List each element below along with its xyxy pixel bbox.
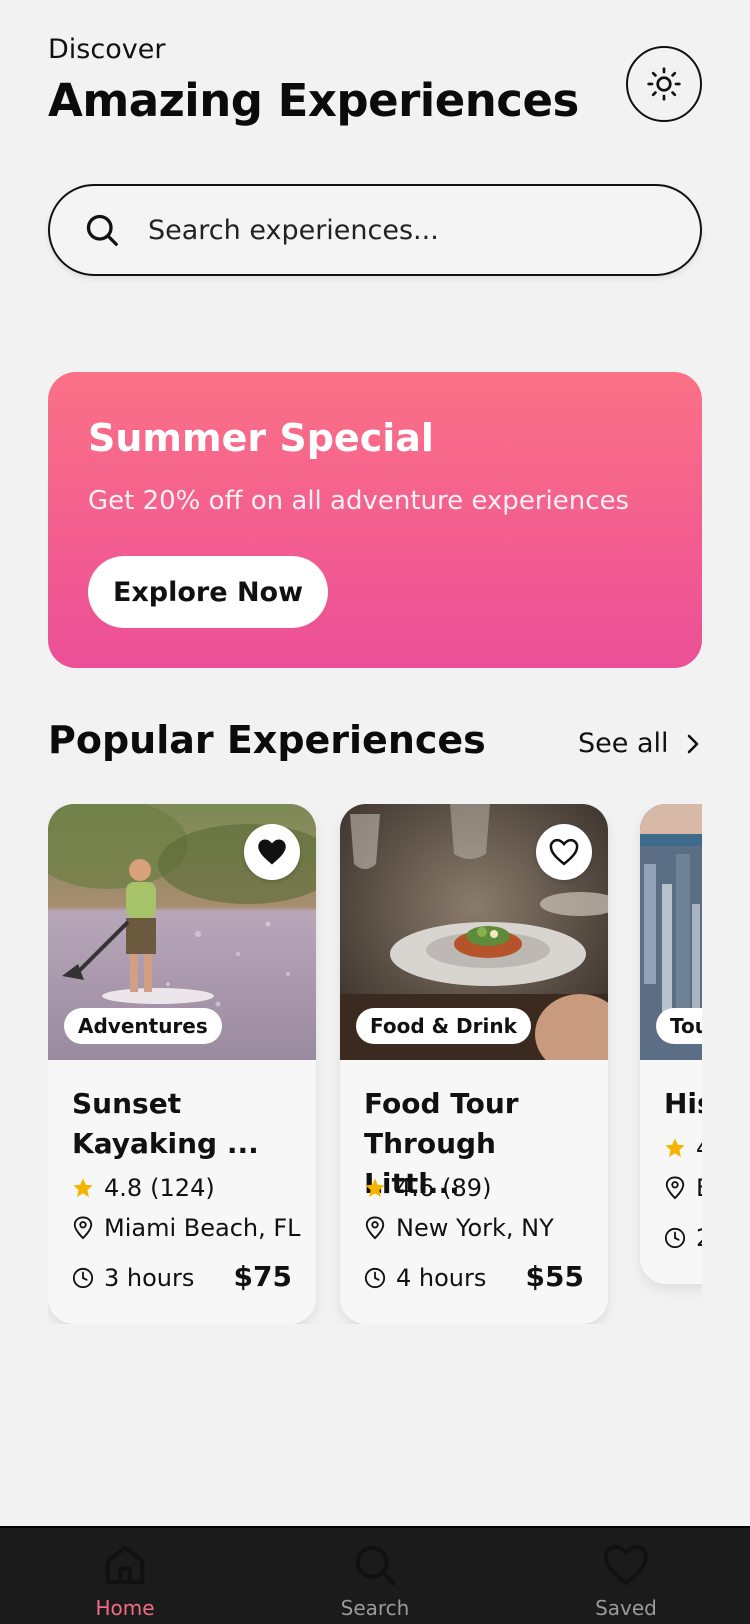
category-badge: Tou	[656, 1008, 702, 1044]
sun-icon	[647, 67, 681, 101]
heart-icon	[603, 1544, 649, 1586]
heart-outline-icon	[549, 838, 579, 866]
star-icon	[365, 1178, 385, 1197]
nav-item-home[interactable]: Home	[55, 1542, 195, 1620]
favorite-button[interactable]	[244, 824, 300, 880]
star-icon	[73, 1178, 93, 1197]
heart-filled-icon	[258, 839, 286, 865]
theme-toggle-button[interactable]	[626, 46, 702, 122]
section-title: Popular Experiences	[48, 718, 486, 762]
price-label: $75	[233, 1260, 292, 1293]
rating-value: 4	[696, 1134, 702, 1162]
duration-row: 3 hours	[72, 1264, 194, 1292]
nav-label-home: Home	[95, 1596, 155, 1620]
chevron-right-icon	[687, 734, 698, 753]
nav-item-saved[interactable]: Saved	[556, 1542, 696, 1620]
category-badge: Food & Drink	[356, 1008, 531, 1044]
explore-now-button[interactable]: Explore Now	[88, 556, 328, 628]
star-icon	[665, 1138, 685, 1157]
experience-name: Sunset Kayaking ...	[72, 1087, 259, 1160]
location-label: E	[696, 1174, 702, 1202]
search-icon	[84, 212, 120, 248]
duration-label: 4 hours	[396, 1264, 487, 1292]
rating-row: 4.6 (89)	[364, 1174, 491, 1202]
location-pin-icon	[665, 1176, 685, 1200]
clock-icon	[364, 1267, 386, 1289]
category-badge: Adventures	[64, 1008, 222, 1044]
experiences-carousel[interactable]: Adventures Sunset Kayaking ... 4.8 (124)…	[48, 804, 702, 1324]
review-count: (89)	[442, 1174, 492, 1202]
search-input[interactable]: Search experiences...	[148, 215, 439, 246]
home-icon	[105, 1545, 145, 1585]
home-screen: Discover Amazing Experiences Search expe…	[0, 0, 750, 1624]
rating-row: 4.8 (124)	[72, 1174, 215, 1202]
promo-banner: Summer Special Get 20% off on all advent…	[48, 372, 702, 668]
location-label: New York, NY	[396, 1214, 554, 1242]
rating-value: 4.8	[104, 1174, 143, 1202]
bottom-nav: Home Search Saved	[0, 1526, 750, 1624]
location-label: Miami Beach, FL	[104, 1214, 301, 1242]
experience-card[interactable]: Food & Drink Food Tour Through Littl... …	[340, 804, 608, 1324]
experience-card[interactable]: Adventures Sunset Kayaking ... 4.8 (124)…	[48, 804, 316, 1324]
location-pin-icon	[365, 1216, 385, 1240]
search-icon	[355, 1545, 396, 1586]
promo-subtitle: Get 20% off on all adventure experiences	[88, 486, 630, 516]
see-all-link[interactable]: See all	[578, 728, 703, 759]
experience-name: His	[664, 1087, 702, 1120]
rating-row: 4	[664, 1134, 702, 1162]
duration-label: 3 hours	[104, 1264, 195, 1292]
promo-title: Summer Special	[88, 416, 434, 460]
location-pin-icon	[73, 1216, 93, 1240]
page-title: Amazing Experiences	[48, 74, 579, 127]
review-count: (124)	[150, 1174, 215, 1202]
location-row: E	[664, 1174, 702, 1202]
nav-label-saved: Saved	[595, 1596, 657, 1620]
duration-label: 2	[696, 1224, 702, 1252]
clock-icon	[72, 1267, 94, 1289]
location-row: Miami Beach, FL	[72, 1214, 301, 1242]
duration-row: 2	[664, 1224, 702, 1252]
location-row: New York, NY	[364, 1214, 554, 1242]
rating-value: 4.6	[396, 1174, 435, 1202]
clock-icon	[664, 1227, 686, 1249]
nav-item-search[interactable]: Search	[305, 1542, 445, 1620]
duration-row: 4 hours	[364, 1264, 486, 1292]
search-bar[interactable]: Search experiences...	[48, 184, 702, 276]
experience-card[interactable]: Tou His 4 E 2	[640, 804, 702, 1284]
favorite-button[interactable]	[536, 824, 592, 880]
nav-label-search: Search	[340, 1596, 410, 1620]
price-label: $55	[525, 1260, 584, 1293]
see-all-label: See all	[578, 728, 669, 759]
header-eyebrow: Discover	[48, 34, 166, 65]
